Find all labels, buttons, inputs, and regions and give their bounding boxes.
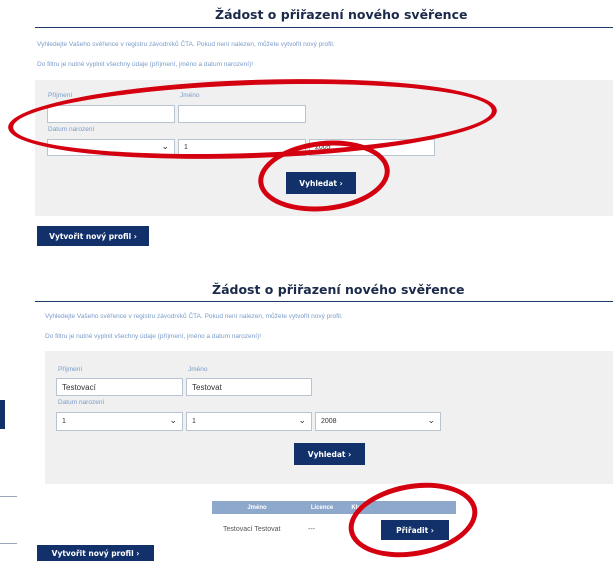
page-title-bottom: Žádost o přiřazení nového svěřence [212, 282, 465, 297]
highlight-circle-assign [342, 473, 484, 561]
search-button[interactable]: Vyhledat › [294, 443, 365, 465]
label-name: Jméno [188, 366, 208, 373]
info-text-search: Vyhledejte Vašeho svěřence v registru zá… [45, 313, 343, 320]
label-surname: Příjmení [58, 366, 83, 373]
create-profile-button[interactable]: Vytvořit nový profil › [37, 226, 149, 246]
page-title-top: Žádost o přiřazení nového svěřence [215, 7, 468, 22]
chevron-down-icon: ⌄ [298, 415, 306, 425]
left-divider-2 [0, 543, 17, 544]
title-divider-top [35, 27, 613, 28]
table-cell-licence: --- [308, 526, 315, 533]
chevron-down-icon: ⌄ [169, 415, 177, 425]
surname-input[interactable]: Testovací [56, 378, 183, 396]
label-surname: Příjmení [48, 92, 73, 99]
left-divider-1 [0, 496, 17, 497]
birth-day-value: 1 [62, 418, 66, 425]
birth-day-select[interactable]: 1 ⌄ [56, 412, 183, 431]
info-text-filter: Do filtru je nutné vyplnit všechny údaje… [45, 333, 262, 340]
table-header-name: Jméno [212, 501, 302, 514]
chevron-down-icon: ⌄ [427, 415, 435, 425]
left-accent-bar [0, 400, 5, 429]
title-divider-bottom [35, 301, 613, 302]
info-text-filter: Do filtru je nutné vyplnit všechny údaje… [37, 61, 254, 68]
table-header-licence: Licence [302, 501, 342, 514]
birth-year-value: 2008 [321, 418, 337, 425]
label-birth-date: Datum narození [58, 399, 105, 406]
create-profile-button[interactable]: Vytvořit nový profil › [37, 545, 154, 561]
table-cell-name: Testovací Testovat [223, 526, 281, 533]
birth-month-select[interactable]: 1 ⌄ [186, 412, 312, 431]
birth-year-select[interactable]: 2008 ⌄ [315, 412, 441, 431]
birth-month-value: 1 [192, 418, 196, 425]
name-input[interactable]: Testovat [186, 378, 312, 396]
info-text-search: Vyhledejte Vašeho svěřence v registru zá… [37, 41, 335, 48]
